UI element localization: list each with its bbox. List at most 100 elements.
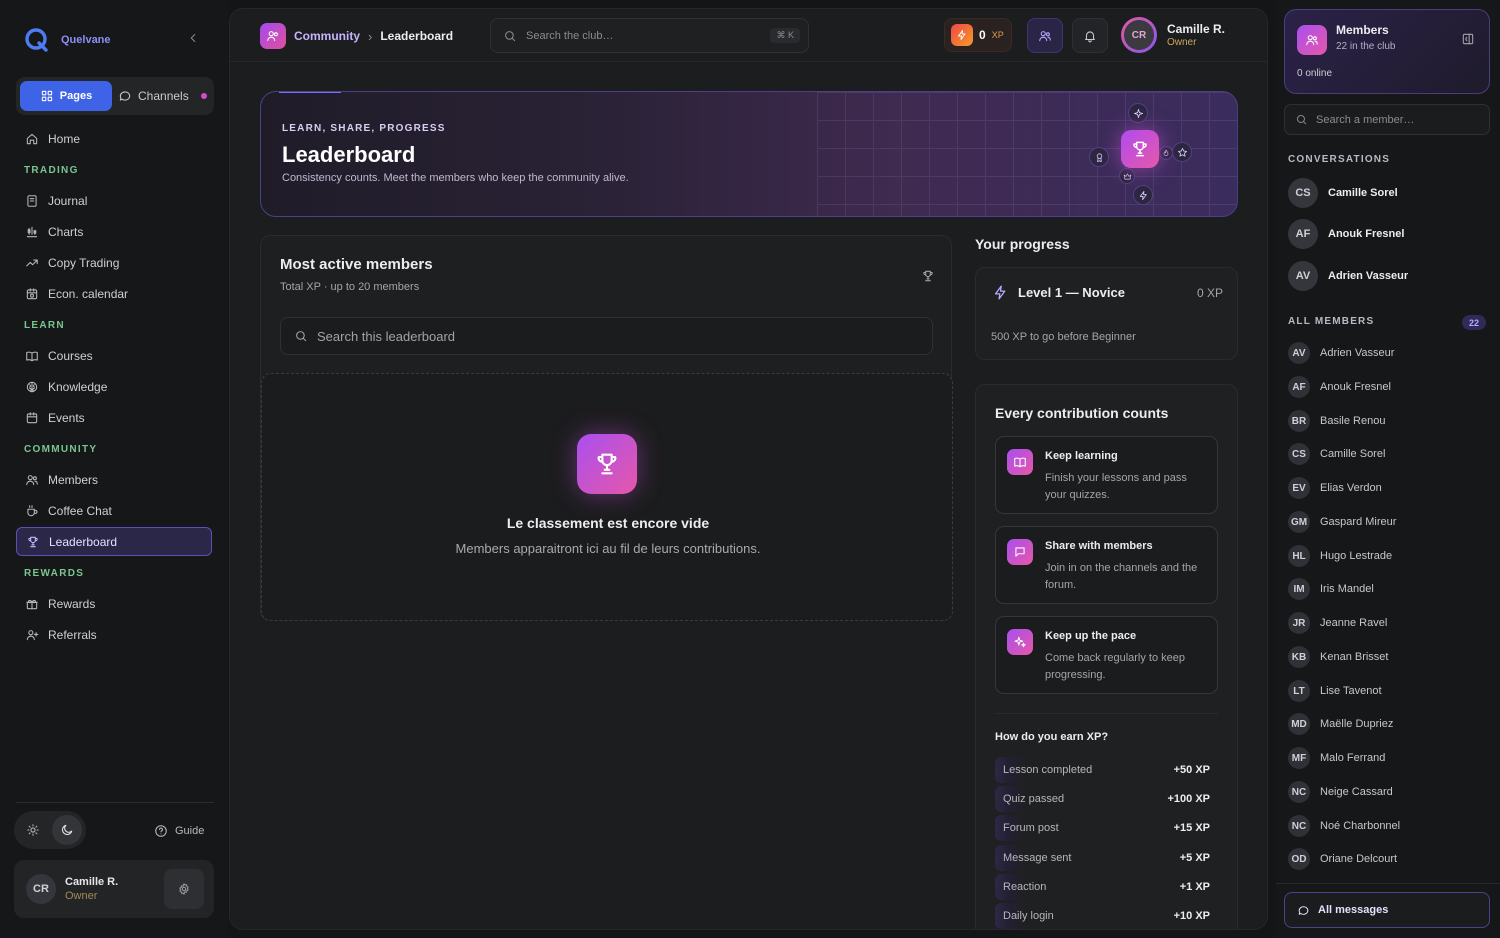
sidebar-item-referrals[interactable]: Referrals	[16, 620, 212, 649]
member-item[interactable]: IM Iris Mandel	[1288, 578, 1374, 600]
light-mode-button[interactable]	[18, 815, 48, 845]
contribution-card-learning: Keep learning Finish your lessons and pa…	[995, 436, 1218, 514]
earn-label: Forum post	[1003, 822, 1059, 834]
progress-level-row: Level 1 — Novice 0 XP	[992, 284, 1223, 301]
member-item[interactable]: LT Lise Tavenot	[1288, 680, 1382, 702]
sidebar-item-label: Charts	[48, 224, 84, 239]
earn-row: Forum post +15 XP	[995, 815, 1218, 841]
collapse-sidebar-icon[interactable]	[186, 31, 200, 45]
empty-trophy-icon	[577, 434, 637, 494]
top-user-role: Owner	[1167, 37, 1197, 48]
member-name: Oriane Delcourt	[1320, 853, 1398, 865]
avatar: AF	[1288, 219, 1318, 249]
sidebar-item-home[interactable]: Home	[16, 124, 212, 153]
progress-heading: Your progress	[975, 236, 1070, 252]
users-icon	[26, 474, 38, 485]
avatar-initials: CR	[1124, 20, 1154, 50]
leaderboard-search-input[interactable]: Search this leaderboard	[280, 317, 933, 355]
user-plus-icon	[26, 629, 39, 640]
avatar: AV	[1288, 261, 1318, 291]
crown-icon	[1119, 168, 1135, 184]
theme-toggle	[14, 811, 86, 849]
all-members-count: 22	[1462, 315, 1486, 330]
settings-button[interactable]	[164, 869, 204, 909]
breadcrumb-separator: ›	[368, 28, 373, 44]
earn-row: Message sent +5 XP	[995, 845, 1218, 871]
member-name: Lise Tavenot	[1320, 685, 1382, 697]
online-count: 0 online	[1297, 68, 1333, 79]
sidebar-item-leaderboard[interactable]: Leaderboard	[16, 527, 212, 556]
member-item[interactable]: AV Adrien Vasseur	[1288, 342, 1394, 364]
member-search-input[interactable]: Search a member…	[1284, 104, 1490, 135]
earn-label: Lesson completed	[1003, 764, 1093, 776]
top-bar: Community › Leaderboard Search the club……	[230, 9, 1267, 62]
all-messages-button[interactable]: All messages	[1284, 892, 1490, 928]
guide-link[interactable]: Guide	[154, 824, 204, 838]
member-item[interactable]: OD Oriane Delcourt	[1288, 848, 1397, 870]
member-item[interactable]: MF Malo Ferrand	[1288, 747, 1385, 769]
notifications-button[interactable]	[1072, 18, 1108, 53]
leaderboard-search-placeholder: Search this leaderboard	[317, 328, 456, 344]
breadcrumb-parent[interactable]: Community	[294, 29, 360, 43]
unread-dot	[200, 93, 207, 99]
left-sidebar: Quelvane Pages Channels Home TRADING Jou…	[0, 0, 228, 938]
member-item[interactable]: JR Jeanne Ravel	[1288, 612, 1387, 634]
earn-row: Reaction +1 XP	[995, 874, 1218, 900]
brand-logo-icon	[25, 28, 48, 52]
conversation-item[interactable]: AF Anouk Fresnel	[1288, 219, 1404, 249]
earn-row: Lesson completed +50 XP	[995, 757, 1218, 783]
earn-row: Daily login +10 XP	[995, 903, 1218, 929]
sidebar-item-label: Copy Trading	[48, 255, 120, 270]
channels-tab[interactable]: Channels	[114, 81, 210, 111]
sidebar-item-journal[interactable]: Journal	[16, 186, 212, 215]
sidebar-item-copy-trading[interactable]: Copy Trading	[16, 248, 212, 277]
sidebar-item-charts[interactable]: Charts	[16, 217, 212, 246]
home-icon	[26, 133, 38, 144]
member-item[interactable]: NC Noé Charbonnel	[1288, 815, 1400, 837]
channels-tab-label: Channels	[138, 89, 189, 103]
lightning-icon	[1133, 185, 1153, 205]
member-item[interactable]: HL Hugo Lestrade	[1288, 545, 1392, 567]
members-toggle-button[interactable]	[1027, 18, 1063, 53]
dark-mode-button[interactable]	[52, 815, 82, 845]
contribution-desc: Come back regularly to keep progressing.	[1045, 652, 1186, 681]
section-community: COMMUNITY	[24, 444, 98, 455]
member-item[interactable]: AF Anouk Fresnel	[1288, 376, 1391, 398]
empty-state-title: Le classement est encore vide	[506, 515, 710, 531]
conversation-item[interactable]: AV Adrien Vasseur	[1288, 261, 1408, 291]
sidebar-item-rewards[interactable]: Rewards	[16, 589, 212, 618]
conversation-item[interactable]: CS Camille Sorel	[1288, 178, 1398, 208]
avatar: BR	[1288, 410, 1310, 432]
avatar: CS	[1288, 178, 1318, 208]
sidebar-item-courses[interactable]: Courses	[16, 341, 212, 370]
avatar: IM	[1288, 578, 1310, 600]
pages-tab[interactable]: Pages	[20, 81, 112, 111]
user-card[interactable]: CR Camille R. Owner	[14, 860, 214, 918]
sidebar-item-members[interactable]: Members	[16, 465, 212, 494]
sidebar-item-econ-calendar[interactable]: Econ. calendar	[16, 279, 212, 308]
member-item[interactable]: GM Gaspard Mireur	[1288, 511, 1396, 533]
member-item[interactable]: KB Kenan Brisset	[1288, 646, 1388, 668]
earn-value: +5 XP	[1179, 852, 1210, 864]
member-item[interactable]: EV Elias Verdon	[1288, 477, 1382, 499]
xp-balance[interactable]: 0 XP	[944, 18, 1012, 52]
progress-level: Level 1 — Novice	[1018, 285, 1125, 300]
member-item[interactable]: MD Maëlle Dupriez	[1288, 713, 1393, 735]
sidebar-item-events[interactable]: Events	[16, 403, 212, 432]
top-user-menu[interactable]: CR Camille R. Owner	[1121, 17, 1225, 53]
flame-icon	[1159, 146, 1173, 160]
brand[interactable]: Quelvane	[24, 27, 111, 53]
users-icon	[1039, 30, 1051, 41]
sidebar-item-coffee-chat[interactable]: Coffee Chat	[16, 496, 212, 525]
sidebar-divider	[16, 802, 214, 803]
search-icon	[505, 30, 516, 41]
conversation-name: Camille Sorel	[1328, 187, 1398, 199]
member-item[interactable]: CS Camille Sorel	[1288, 443, 1385, 465]
avatar: CR	[1121, 17, 1157, 53]
panel-collapse-icon[interactable]	[1461, 32, 1475, 46]
global-search-input[interactable]: Search the club… ⌘ K	[490, 18, 809, 53]
member-item[interactable]: NC Neige Cassard	[1288, 781, 1393, 803]
member-item[interactable]: BR Basile Renou	[1288, 410, 1385, 432]
sidebar-item-knowledge[interactable]: Knowledge	[16, 372, 212, 401]
contribution-desc: Finish your lessons and pass your quizze…	[1045, 472, 1187, 501]
